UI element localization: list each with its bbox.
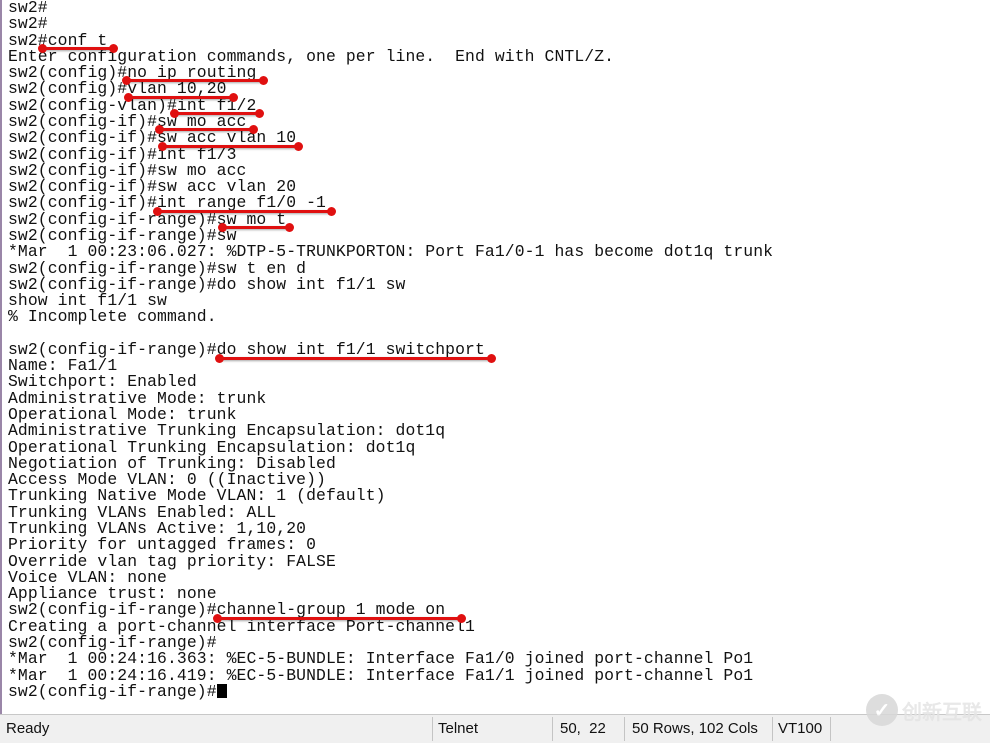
annotation-underline — [213, 614, 466, 623]
watermark: ✓ 创新互联 — [866, 694, 982, 726]
annotation-underline — [155, 125, 258, 134]
annotation-underline — [124, 93, 238, 102]
annotation-underline — [158, 142, 303, 151]
annotation-underline — [122, 76, 268, 85]
annotation-underline — [153, 207, 336, 216]
status-size: 50 Rows, 102 Cols — [632, 720, 758, 737]
divider — [830, 717, 831, 741]
divider — [624, 717, 625, 741]
terminal-output: sw2# sw2# sw2#conf t Enter configuration co… — [8, 0, 773, 700]
terminal-line: sw2# — [8, 0, 48, 17]
terminal-line: % Incomplete command. — [8, 307, 217, 327]
status-state: Ready — [6, 720, 50, 737]
divider — [552, 717, 553, 741]
status-cursor-position: 50, 22 — [560, 720, 606, 737]
terminal-line: sw2(config-if-range)#do show int f1/1 sw… — [8, 339, 485, 359]
watermark-text: 创新互联 — [902, 699, 982, 724]
terminal-line: sw2# — [8, 14, 48, 34]
logo-icon: ✓ — [866, 694, 898, 726]
divider — [772, 717, 773, 741]
annotation-underline — [218, 223, 294, 232]
annotation-underline — [215, 354, 496, 363]
status-bar: Ready Telnet 50, 22 50 Rows, 102 Cols VT… — [0, 714, 990, 743]
annotation-underline — [38, 44, 118, 53]
terminal-window[interactable]: sw2# sw2# sw2#conf t Enter configuration co… — [0, 0, 990, 714]
terminal-cursor — [216, 683, 227, 698]
terminal-line: sw2(config-if-range)# — [8, 683, 773, 700]
status-emulation: VT100 — [778, 720, 823, 737]
annotation-underline — [170, 109, 264, 118]
divider — [432, 717, 433, 741]
status-protocol: Telnet — [438, 720, 479, 737]
